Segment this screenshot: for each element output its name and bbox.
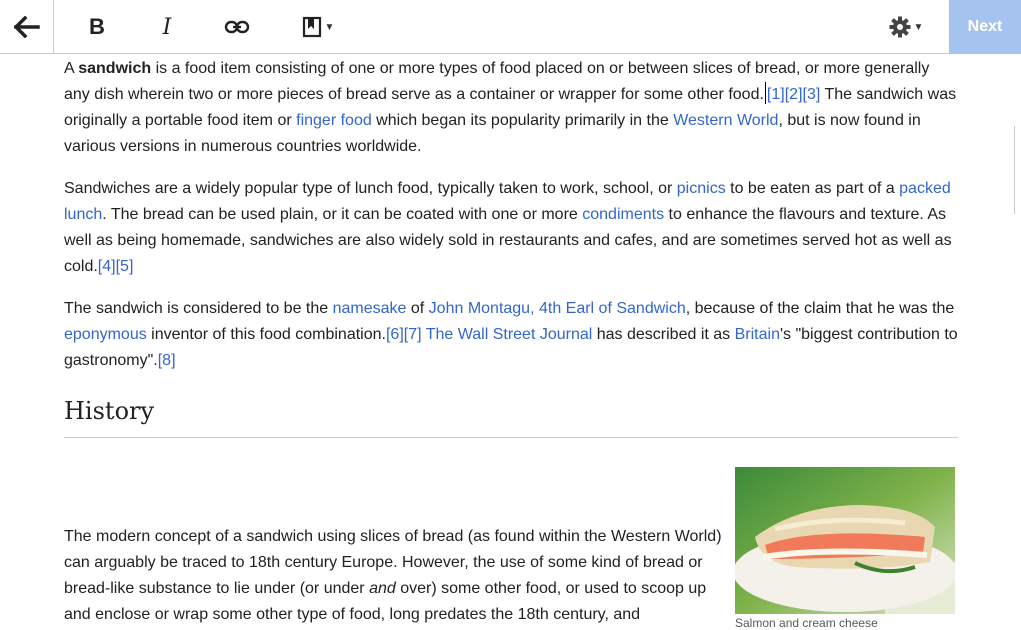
cite-button[interactable]: ▼: [296, 0, 340, 54]
link-britain[interactable]: Britain: [735, 326, 780, 343]
link-western-world[interactable]: Western World: [673, 112, 778, 129]
bookmark-icon: [302, 16, 321, 38]
link-john-montagu[interactable]: John Montagu, 4th Earl of Sandwich: [429, 300, 686, 317]
link-namesake[interactable]: namesake: [333, 300, 407, 317]
link-finger-food[interactable]: finger food: [296, 112, 372, 129]
link-wall-street-journal[interactable]: The Wall Street Journal: [422, 326, 593, 343]
paragraph[interactable]: The sandwich is considered to be the nam…: [64, 296, 958, 374]
reference-link[interactable]: [1]: [767, 86, 785, 103]
reference-link[interactable]: [3]: [803, 86, 821, 103]
paragraph[interactable]: A sandwich is a food item consisting of …: [64, 56, 958, 160]
reference-link[interactable]: [4]: [98, 258, 116, 275]
image-thumbnail[interactable]: Salmon and cream cheese: [735, 467, 955, 630]
link-icon: [224, 20, 250, 34]
paragraph[interactable]: The modern concept of a sandwich using s…: [64, 524, 724, 628]
gear-icon: [889, 16, 911, 38]
link-button[interactable]: [218, 0, 256, 54]
bold-button[interactable]: B: [78, 0, 116, 54]
back-button[interactable]: [0, 0, 54, 54]
reference-link[interactable]: [8]: [158, 352, 176, 369]
arrow-left-icon: [13, 16, 40, 38]
reference-link[interactable]: [6]: [386, 326, 404, 343]
chevron-down-icon: ▼: [913, 21, 924, 33]
sandwich-photo: [735, 467, 955, 614]
editor-toolbar: B I ▼ ▼ Next: [0, 0, 1021, 54]
chevron-down-icon: ▼: [324, 21, 335, 33]
next-button[interactable]: Next: [949, 0, 1021, 54]
image-caption: Salmon and cream cheese: [735, 616, 878, 630]
italic-button[interactable]: I: [148, 0, 186, 54]
section-heading-history[interactable]: History: [64, 397, 958, 438]
reference-link[interactable]: [2]: [785, 86, 803, 103]
text-cursor: [764, 82, 766, 104]
link-eponymous[interactable]: eponymous: [64, 326, 147, 343]
settings-button[interactable]: ▼: [884, 0, 928, 54]
reference-link[interactable]: [5]: [116, 258, 134, 275]
scrollbar[interactable]: [1014, 126, 1021, 214]
link-picnics[interactable]: picnics: [677, 180, 726, 197]
reference-link[interactable]: [7]: [404, 326, 422, 343]
link-condiments[interactable]: condiments: [582, 206, 664, 223]
paragraph[interactable]: Sandwiches are a widely popular type of …: [64, 176, 958, 280]
